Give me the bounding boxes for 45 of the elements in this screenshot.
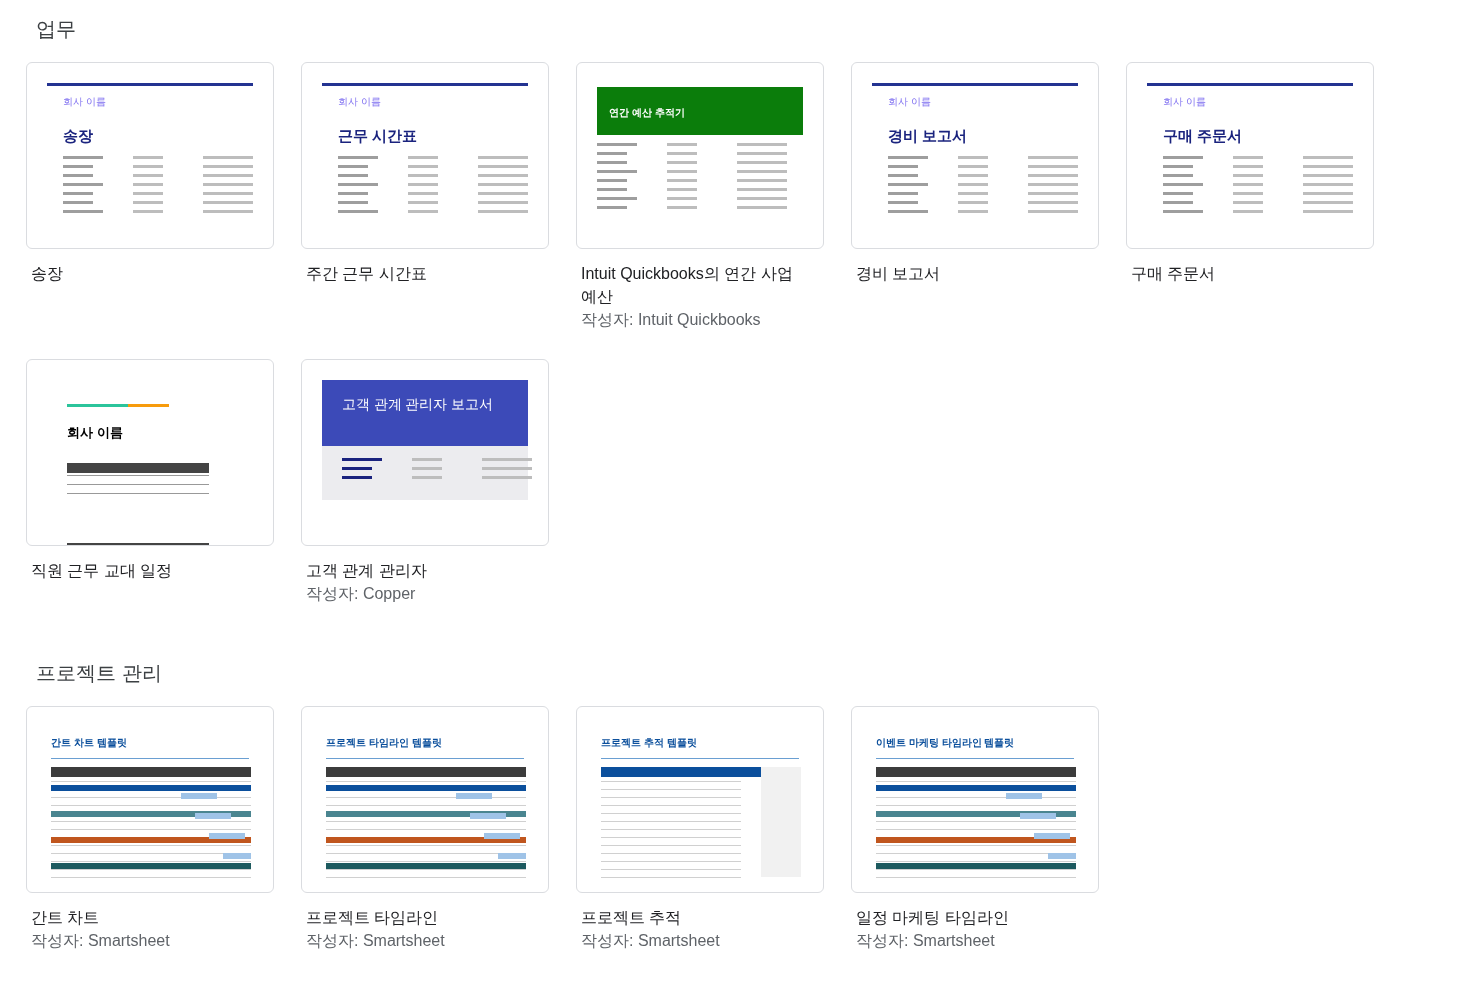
template-author: 작성자: Intuit Quickbooks bbox=[581, 310, 762, 330]
template-title: 일정 마케팅 타임라인 bbox=[856, 908, 1010, 928]
template-title: 송장 bbox=[31, 264, 64, 284]
template-card[interactable]: 이벤트 마케팅 타임라인 템플릿 bbox=[851, 706, 1099, 893]
template-author: 작성자: Smartsheet bbox=[31, 931, 171, 951]
section-title: 업무 bbox=[36, 17, 77, 42]
template-card[interactable]: 고객 관계 관리자 보고서 bbox=[301, 359, 549, 546]
template-title: 경비 보고서 bbox=[856, 264, 942, 284]
template-author: 작성자: Smartsheet bbox=[306, 931, 446, 951]
company-name: 회사 이름 bbox=[888, 95, 932, 109]
template-title: 직원 근무 교대 일정 bbox=[31, 561, 174, 581]
template-title: 주간 근무 시간표 bbox=[306, 264, 428, 284]
document-heading: 구매 주문서 bbox=[1163, 126, 1244, 146]
template-title: Intuit Quickbooks의 연간 사업 예산 bbox=[581, 264, 794, 307]
template-card[interactable]: 회사 이름 경비 보고서 bbox=[851, 62, 1099, 249]
template-title: 프로젝트 추적 bbox=[581, 908, 683, 928]
template-author: 작성자: Smartsheet bbox=[856, 931, 996, 951]
document-heading: 간트 차트 템플릿 bbox=[51, 736, 128, 750]
template-card[interactable]: 프로젝트 타임라인 템플릿 bbox=[301, 706, 549, 893]
section-title: 프로젝트 관리 bbox=[36, 661, 163, 686]
template-title: 간트 차트 bbox=[31, 908, 101, 928]
document-heading: 연간 예산 추적기 bbox=[609, 107, 685, 118]
document-heading: 이벤트 마케팅 타임라인 템플릿 bbox=[876, 736, 1016, 750]
template-card[interactable]: 회사 이름 송장 bbox=[26, 62, 274, 249]
template-title: 구매 주문서 bbox=[1131, 264, 1217, 284]
template-title: 고객 관계 관리자 bbox=[306, 561, 428, 581]
company-name: 회사 이름 bbox=[338, 95, 382, 109]
document-heading: 고객 관계 관리자 보고서 bbox=[342, 397, 493, 412]
template-author: 작성자: Copper bbox=[306, 584, 417, 604]
template-card[interactable]: 회사 이름 근무 시간표 bbox=[301, 62, 549, 249]
document-heading: 프로젝트 추적 템플릿 bbox=[601, 736, 698, 750]
template-card[interactable]: 프로젝트 추적 템플릿 bbox=[576, 706, 824, 893]
company-name: 회사 이름 bbox=[1163, 95, 1207, 109]
company-name: 회사 이름 bbox=[63, 95, 107, 109]
document-heading: 송장 bbox=[63, 126, 94, 146]
document-heading: 프로젝트 타임라인 템플릿 bbox=[326, 736, 443, 750]
document-heading: 회사 이름 bbox=[67, 424, 124, 442]
document-heading: 경비 보고서 bbox=[888, 126, 969, 146]
template-card[interactable]: 간트 차트 템플릿 bbox=[26, 706, 274, 893]
template-title: 프로젝트 타임라인 bbox=[306, 908, 440, 928]
template-card[interactable]: 회사 이름 bbox=[26, 359, 274, 546]
template-card[interactable]: 연간 예산 추적기 bbox=[576, 62, 824, 249]
document-heading: 근무 시간표 bbox=[338, 126, 419, 146]
template-card[interactable]: 회사 이름 구매 주문서 bbox=[1126, 62, 1374, 249]
template-author: 작성자: Smartsheet bbox=[581, 931, 721, 951]
